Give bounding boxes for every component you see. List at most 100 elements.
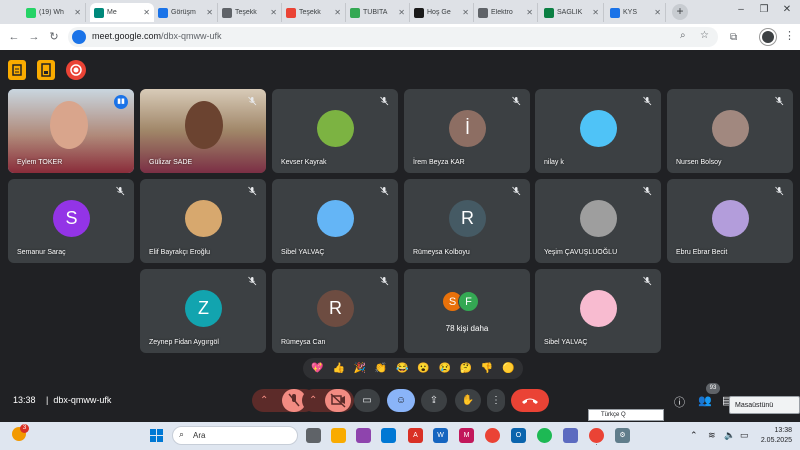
browser-tab[interactable]: Me ✕ — [90, 3, 154, 22]
reaction-emoji[interactable]: 🎉 — [354, 363, 366, 374]
close-tab-icon[interactable]: ✕ — [206, 8, 213, 17]
people-icon[interactable]: 👥 — [698, 394, 712, 407]
close-tab-icon[interactable]: ✕ — [592, 8, 599, 17]
participant-tile[interactable]: İ İrem Beyza KAR — [404, 89, 530, 173]
browser-tab[interactable]: Hoş Ge ✕ — [410, 3, 474, 22]
profile-avatar[interactable] — [760, 29, 776, 45]
participant-tile[interactable]: Ebru Ebrar Becit — [667, 179, 793, 263]
reaction-emoji[interactable]: 😂 — [396, 363, 408, 374]
bookmark-star-icon[interactable]: ☆ — [700, 30, 709, 41]
wifi-icon[interactable]: ≋ — [708, 430, 716, 441]
app-icon[interactable] — [563, 428, 578, 443]
raise-hand-icon[interactable]: ✋ — [455, 389, 481, 412]
more-options-icon[interactable]: ⋮ — [487, 389, 505, 412]
browser-tab[interactable]: (19) Wh ✕ — [22, 3, 86, 22]
chrome-running-icon[interactable] — [589, 428, 604, 443]
participant-tile[interactable]: Nursen Bolsoy — [667, 89, 793, 173]
browser-tab[interactable]: TÜBİTA ✕ — [346, 3, 410, 22]
close-tab-icon[interactable]: ✕ — [398, 8, 405, 17]
taskbar-clock-date[interactable]: 2.05.2025 — [740, 437, 792, 444]
minimize-icon[interactable]: – — [734, 4, 748, 15]
keyboard-language-indicator[interactable]: Türkçe Q — [588, 409, 664, 421]
new-tab-button[interactable]: + — [672, 4, 688, 20]
close-tab-icon[interactable]: ✕ — [270, 8, 277, 17]
reload-icon[interactable]: ↻ — [46, 29, 62, 45]
participant-tile[interactable]: Sibel YALVAÇ — [272, 179, 398, 263]
chrome-icon[interactable] — [485, 428, 500, 443]
browser-tab[interactable]: KYS ✕ — [606, 3, 666, 22]
camera-control[interactable]: ⌃ — [302, 389, 354, 412]
close-tab-icon[interactable]: ✕ — [334, 8, 341, 17]
participant-tile[interactable]: R Rümeysa Kolboyu — [404, 179, 530, 263]
mic-muted-icon — [378, 185, 390, 197]
close-tab-icon[interactable]: ✕ — [462, 8, 469, 17]
meeting-details-icon[interactable]: ⓘ — [674, 394, 685, 410]
file-explorer-icon[interactable] — [331, 428, 346, 443]
reaction-emoji[interactable]: 👎 — [481, 363, 493, 374]
participant-tile[interactable]: S F 78 kişi daha — [404, 269, 530, 353]
captions-icon[interactable]: ▭ — [354, 389, 380, 412]
maximize-icon[interactable]: ❐ — [757, 4, 771, 15]
browser-tab[interactable]: SAĞLIK ✕ — [540, 3, 604, 22]
participant-tile[interactable]: Eylem TOKER ▮▮ — [8, 89, 134, 173]
recording-doc-icon[interactable] — [37, 60, 55, 80]
task-view-icon[interactable] — [306, 428, 321, 443]
participant-tile[interactable]: Gülizar SADE — [140, 89, 266, 173]
browser-tab[interactable]: Elektro ✕ — [474, 3, 538, 22]
recording-icon[interactable] — [66, 60, 86, 80]
close-tab-icon[interactable]: ✕ — [74, 8, 81, 17]
present-screen-icon[interactable]: ⇪ — [421, 389, 447, 412]
speaker-icon[interactable]: 🔈 — [724, 430, 735, 441]
pdf-reader-icon[interactable]: A — [408, 428, 423, 443]
participant-tile[interactable]: Kevser Kayrak — [272, 89, 398, 173]
reaction-emoji[interactable]: 👍 — [333, 363, 345, 374]
spotify-icon[interactable] — [537, 428, 552, 443]
address-bar[interactable]: meet.google.com/dbx-qmww-ufk ⌕ ☆ — [68, 27, 718, 47]
leave-call-icon[interactable] — [511, 389, 549, 412]
browser-tab[interactable]: Teşekk ✕ — [218, 3, 282, 22]
close-tab-icon[interactable]: ✕ — [654, 8, 661, 17]
close-tab-icon[interactable]: ✕ — [143, 8, 150, 17]
word-icon[interactable]: W — [433, 428, 448, 443]
extensions-icon[interactable]: ⧉ — [730, 32, 737, 43]
participant-name: Kevser Kayrak — [281, 159, 327, 166]
chevron-up-icon[interactable]: ⌃ — [309, 389, 317, 412]
participant-tile[interactable]: nilay k — [535, 89, 661, 173]
browser-tab[interactable]: Görüşm ✕ — [154, 3, 218, 22]
edge-icon[interactable] — [381, 428, 396, 443]
participant-tile[interactable]: Elif Bayrakçı Eroğlu — [140, 179, 266, 263]
reaction-emoji[interactable]: 🟡 — [502, 363, 514, 374]
reaction-emoji[interactable]: 🤔 — [460, 363, 472, 374]
zoom-icon[interactable]: ⌕ — [680, 30, 686, 41]
emoji-reactions-icon[interactable]: ☺ — [387, 389, 415, 412]
copilot-icon[interactable] — [356, 428, 371, 443]
participant-tile[interactable]: Yeşim ÇAVUŞLUOĞLU — [535, 179, 661, 263]
back-icon[interactable]: ← — [6, 29, 22, 45]
taskbar-search[interactable]: ⌕ Ara — [172, 426, 298, 445]
participant-tile[interactable]: R Rümeysa Can — [272, 269, 398, 353]
participant-tile[interactable]: Z Zeynep Fidan Aygırgöl — [140, 269, 266, 353]
chevron-up-icon[interactable]: ⌃ — [260, 389, 268, 412]
app-icon[interactable]: M — [459, 428, 474, 443]
settings-icon[interactable]: ⚙ — [615, 428, 630, 443]
reaction-emoji[interactable]: 👏 — [375, 363, 387, 374]
reaction-emoji[interactable]: 😮 — [417, 363, 429, 374]
reaction-emoji[interactable]: 💖 — [311, 363, 323, 374]
outlook-icon[interactable]: O — [511, 428, 526, 443]
browser-menu-icon[interactable]: ⋮ — [784, 29, 795, 42]
close-window-icon[interactable]: ✕ — [780, 4, 794, 15]
close-tab-icon[interactable]: ✕ — [526, 8, 533, 17]
windows-start-icon[interactable] — [150, 429, 163, 442]
meeting-info-icon[interactable] — [8, 60, 26, 80]
reaction-emoji[interactable]: 😢 — [438, 363, 450, 374]
meeting-clock: 13:38 — [13, 395, 36, 405]
browser-tab[interactable]: Teşekk ✕ — [282, 3, 346, 22]
participant-tile[interactable]: S Semanur Saraç — [8, 179, 134, 263]
camera-off-icon[interactable] — [325, 389, 351, 412]
participant-tile[interactable]: Sibel YALVAÇ — [535, 269, 661, 353]
taskbar-clock-time[interactable]: 13:38 — [756, 427, 792, 434]
forward-icon[interactable]: → — [26, 29, 42, 45]
site-info-icon[interactable] — [72, 30, 86, 44]
chevron-up-icon[interactable]: ⌃ — [690, 430, 698, 441]
tab-label: Hoş Ge — [427, 9, 451, 16]
